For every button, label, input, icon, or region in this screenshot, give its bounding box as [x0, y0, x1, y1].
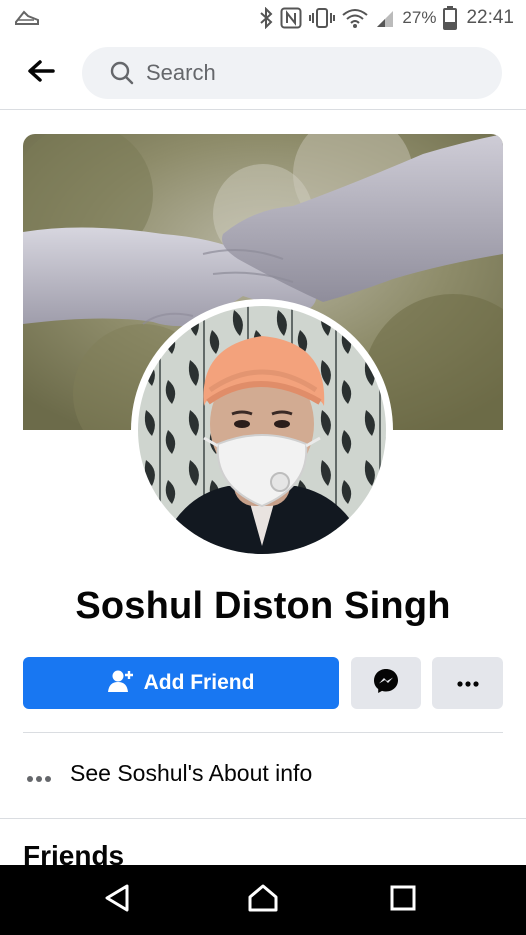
search-input[interactable]: Search [82, 47, 502, 99]
profile-name: Soshul Diston Singh [75, 585, 451, 627]
profile-avatar[interactable] [131, 299, 393, 561]
signal-icon [375, 7, 395, 29]
nfc-icon [280, 7, 302, 29]
status-bar: 27% 22:41 [0, 0, 526, 36]
app-notification-icon [14, 6, 40, 28]
more-dots-icon [26, 770, 52, 782]
back-arrow-icon [27, 59, 55, 88]
section-divider [0, 818, 526, 819]
nav-recents-icon [390, 885, 416, 916]
nav-recents-button[interactable] [358, 865, 448, 935]
bluetooth-icon [259, 7, 273, 29]
back-button[interactable] [24, 58, 58, 88]
wifi-icon [342, 7, 369, 29]
nav-home-icon [247, 883, 279, 918]
search-icon [110, 61, 134, 85]
nav-back-icon [103, 883, 131, 918]
search-placeholder: Search [146, 60, 216, 85]
messenger-button[interactable] [351, 657, 421, 709]
nav-back-button[interactable] [72, 865, 162, 935]
nav-home-button[interactable] [218, 865, 308, 935]
add-friend-label: Add Friend [143, 671, 255, 694]
messenger-icon [373, 668, 399, 699]
battery-percent: 27% [402, 8, 437, 27]
vibrate-icon [309, 7, 336, 29]
add-person-icon [107, 669, 134, 698]
divider [23, 732, 503, 733]
system-nav-bar [0, 865, 526, 935]
see-about-info-label: See Soshul's About info [70, 760, 313, 786]
top-header: Search [0, 36, 526, 110]
add-friend-button[interactable]: Add Friend [23, 657, 339, 709]
status-time: 22:41 [466, 7, 514, 28]
battery-icon [443, 6, 458, 30]
see-about-info-row[interactable]: See Soshul's About info [0, 738, 526, 810]
more-options-button[interactable] [432, 657, 503, 709]
more-dots-icon [456, 674, 479, 692]
